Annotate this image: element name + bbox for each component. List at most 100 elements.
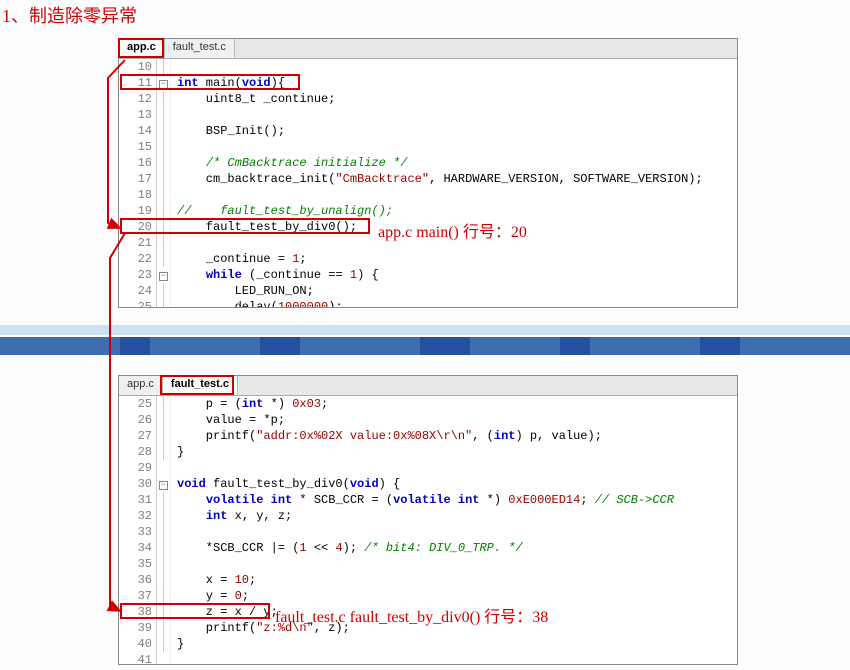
fold-gutter[interactable] xyxy=(157,444,171,460)
fold-minus-icon[interactable]: − xyxy=(159,80,168,89)
code-text[interactable]: while (_continue == 1) { xyxy=(171,267,379,283)
fold-gutter[interactable] xyxy=(157,219,171,235)
fold-gutter[interactable] xyxy=(157,636,171,652)
code-text[interactable]: } xyxy=(171,444,184,460)
code-line[interactable]: 29 xyxy=(119,460,737,476)
code-line[interactable]: 41 xyxy=(119,652,737,664)
tab-fault_test-c[interactable]: fault_test.c xyxy=(165,39,235,58)
fold-gutter[interactable] xyxy=(157,283,171,299)
fold-gutter[interactable] xyxy=(157,652,171,664)
fold-gutter[interactable] xyxy=(157,556,171,572)
fold-gutter[interactable] xyxy=(157,139,171,155)
code-line[interactable]: 27 printf("addr:0x%02X value:0x%08X\r\n"… xyxy=(119,428,737,444)
code-text[interactable] xyxy=(171,59,177,75)
tab-fault_test-c[interactable]: fault_test.c xyxy=(163,376,238,395)
fold-gutter[interactable] xyxy=(157,251,171,267)
fold-gutter[interactable]: − xyxy=(157,476,171,492)
fold-gutter[interactable] xyxy=(157,604,171,620)
fold-gutter[interactable] xyxy=(157,235,171,251)
code-line[interactable]: 25 delay(1000000); xyxy=(119,299,737,307)
code-line[interactable]: 24 LED_RUN_ON; xyxy=(119,283,737,299)
code-line[interactable]: 11−int main(void){ xyxy=(119,75,737,91)
code-text[interactable]: BSP_Init(); xyxy=(171,123,285,139)
code-text[interactable]: p = (int *) 0x03; xyxy=(171,396,328,412)
code-text[interactable] xyxy=(171,139,177,155)
fold-gutter[interactable] xyxy=(157,155,171,171)
tab-app-c[interactable]: app.c xyxy=(119,39,165,58)
code-text[interactable]: volatile int * SCB_CCR = (volatile int *… xyxy=(171,492,674,508)
code-area-top[interactable]: 1011−int main(void){12 uint8_t _continue… xyxy=(119,59,737,307)
fold-gutter[interactable] xyxy=(157,524,171,540)
fold-gutter[interactable] xyxy=(157,412,171,428)
code-line[interactable]: 34 *SCB_CCR |= (1 << 4); /* bit4: DIV_0_… xyxy=(119,540,737,556)
code-line[interactable]: 23− while (_continue == 1) { xyxy=(119,267,737,283)
fold-gutter[interactable] xyxy=(157,396,171,412)
code-line[interactable]: 37 y = 0; xyxy=(119,588,737,604)
code-text[interactable] xyxy=(171,460,177,476)
code-line[interactable]: 10 xyxy=(119,59,737,75)
code-line[interactable]: 16 /* CmBacktrace initialize */ xyxy=(119,155,737,171)
fold-gutter[interactable] xyxy=(157,123,171,139)
code-text[interactable]: // fault_test_by_unalign(); xyxy=(171,203,393,219)
fold-gutter[interactable] xyxy=(157,107,171,123)
code-text[interactable] xyxy=(171,235,177,251)
code-line[interactable]: 28} xyxy=(119,444,737,460)
code-line[interactable]: 12 uint8_t _continue; xyxy=(119,91,737,107)
code-text[interactable]: } xyxy=(171,636,184,652)
code-line[interactable]: 25 p = (int *) 0x03; xyxy=(119,396,737,412)
code-text[interactable]: uint8_t _continue; xyxy=(171,91,335,107)
code-text[interactable]: x = 10; xyxy=(171,572,256,588)
fold-gutter[interactable] xyxy=(157,508,171,524)
fold-gutter[interactable] xyxy=(157,203,171,219)
code-text[interactable]: y = 0; xyxy=(171,588,249,604)
fold-gutter[interactable] xyxy=(157,171,171,187)
code-line[interactable]: 22 _continue = 1; xyxy=(119,251,737,267)
tab-app-c[interactable]: app.c xyxy=(119,376,163,395)
code-text[interactable]: cm_backtrace_init("CmBacktrace", HARDWAR… xyxy=(171,171,703,187)
code-text[interactable]: fault_test_by_div0(); xyxy=(171,219,357,235)
fold-gutter[interactable] xyxy=(157,460,171,476)
code-text[interactable]: z = x / y; xyxy=(171,604,278,620)
fold-minus-icon[interactable]: − xyxy=(159,481,168,490)
fold-gutter[interactable]: − xyxy=(157,75,171,91)
fold-gutter[interactable] xyxy=(157,492,171,508)
code-text[interactable]: int main(void){ xyxy=(171,75,285,91)
fold-gutter[interactable]: − xyxy=(157,267,171,283)
fold-gutter[interactable] xyxy=(157,588,171,604)
code-text[interactable]: *SCB_CCR |= (1 << 4); /* bit4: DIV_0_TRP… xyxy=(171,540,523,556)
code-line[interactable]: 19// fault_test_by_unalign(); xyxy=(119,203,737,219)
code-text[interactable] xyxy=(171,524,177,540)
code-line[interactable]: 31 volatile int * SCB_CCR = (volatile in… xyxy=(119,492,737,508)
code-line[interactable]: 32 int x, y, z; xyxy=(119,508,737,524)
code-text[interactable]: _continue = 1; xyxy=(171,251,307,267)
code-text[interactable]: delay(1000000); xyxy=(171,299,343,307)
fold-gutter[interactable] xyxy=(157,540,171,556)
code-line[interactable]: 36 x = 10; xyxy=(119,572,737,588)
code-line[interactable]: 26 value = *p; xyxy=(119,412,737,428)
code-line[interactable]: 17 cm_backtrace_init("CmBacktrace", HARD… xyxy=(119,171,737,187)
code-text[interactable]: int x, y, z; xyxy=(171,508,292,524)
code-line[interactable]: 15 xyxy=(119,139,737,155)
code-text[interactable]: value = *p; xyxy=(171,412,285,428)
code-text[interactable]: LED_RUN_ON; xyxy=(171,283,314,299)
fold-gutter[interactable] xyxy=(157,620,171,636)
code-text[interactable] xyxy=(171,652,177,664)
code-line[interactable]: 35 xyxy=(119,556,737,572)
code-text[interactable] xyxy=(171,187,177,203)
code-line[interactable]: 13 xyxy=(119,107,737,123)
code-text[interactable] xyxy=(171,556,177,572)
code-text[interactable]: void fault_test_by_div0(void) { xyxy=(171,476,400,492)
fold-gutter[interactable] xyxy=(157,299,171,307)
code-text[interactable] xyxy=(171,107,177,123)
code-line[interactable]: 40} xyxy=(119,636,737,652)
code-line[interactable]: 33 xyxy=(119,524,737,540)
fold-gutter[interactable] xyxy=(157,572,171,588)
code-text[interactable]: printf("addr:0x%02X value:0x%08X\r\n", (… xyxy=(171,428,602,444)
code-line[interactable]: 14 BSP_Init(); xyxy=(119,123,737,139)
fold-gutter[interactable] xyxy=(157,91,171,107)
fold-minus-icon[interactable]: − xyxy=(159,272,168,281)
fold-gutter[interactable] xyxy=(157,59,171,75)
code-line[interactable]: 30−void fault_test_by_div0(void) { xyxy=(119,476,737,492)
fold-gutter[interactable] xyxy=(157,428,171,444)
fold-gutter[interactable] xyxy=(157,187,171,203)
